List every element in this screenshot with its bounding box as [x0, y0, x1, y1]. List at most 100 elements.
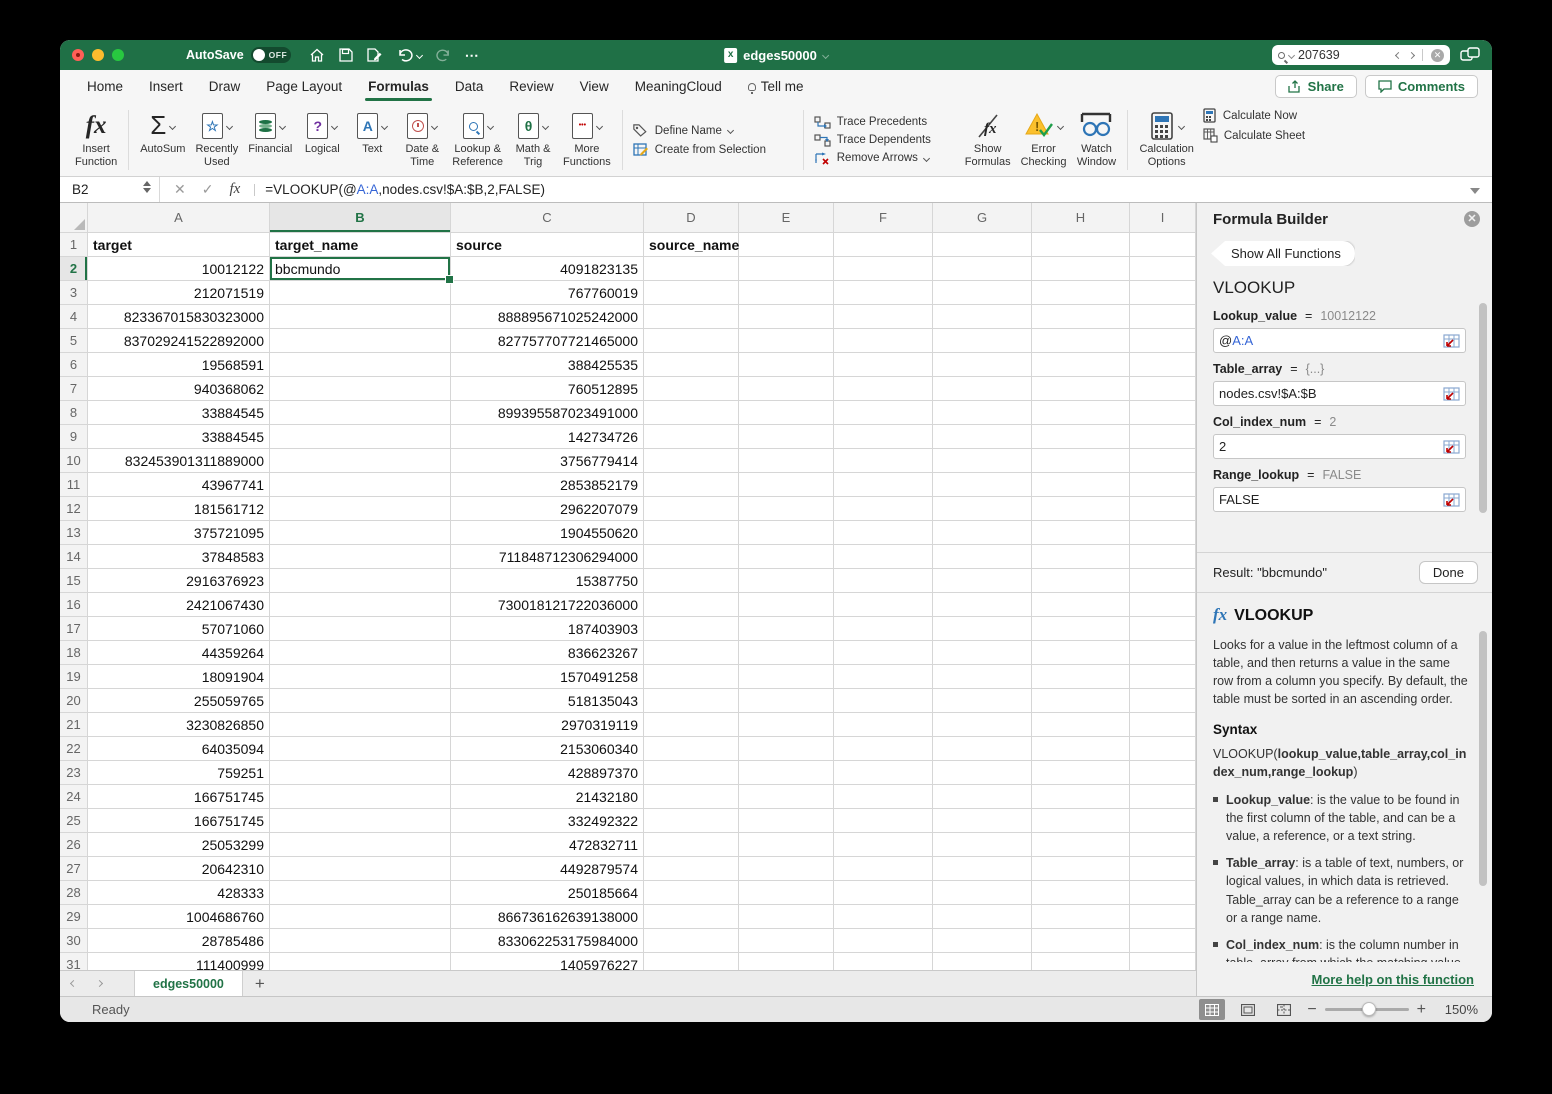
cell-E9[interactable] — [739, 425, 834, 449]
cell-I4[interactable] — [1130, 305, 1196, 329]
range-selector-icon[interactable] — [1443, 493, 1460, 507]
cell-B1[interactable]: target_name — [270, 233, 451, 257]
cell-H31[interactable] — [1032, 953, 1130, 970]
row-header-24[interactable]: 24 — [60, 785, 88, 809]
cell-B11[interactable] — [270, 473, 451, 497]
cell-E6[interactable] — [739, 353, 834, 377]
cell-D3[interactable] — [644, 281, 739, 305]
cell-H10[interactable] — [1032, 449, 1130, 473]
cell-I13[interactable] — [1130, 521, 1196, 545]
cell-A15[interactable]: 2916376923 — [88, 569, 270, 593]
cell-G2[interactable] — [933, 257, 1032, 281]
cell-D22[interactable] — [644, 737, 739, 761]
cell-B6[interactable] — [270, 353, 451, 377]
cell-H17[interactable] — [1032, 617, 1130, 641]
cell-I29[interactable] — [1130, 905, 1196, 929]
cell-G7[interactable] — [933, 377, 1032, 401]
cell-B19[interactable] — [270, 665, 451, 689]
cell-I9[interactable] — [1130, 425, 1196, 449]
cell-I27[interactable] — [1130, 857, 1196, 881]
cell-E13[interactable] — [739, 521, 834, 545]
cell-I16[interactable] — [1130, 593, 1196, 617]
row-header-1[interactable]: 1 — [60, 233, 88, 257]
cell-G4[interactable] — [933, 305, 1032, 329]
cell-I24[interactable] — [1130, 785, 1196, 809]
cell-D26[interactable] — [644, 833, 739, 857]
cell-G14[interactable] — [933, 545, 1032, 569]
cell-H8[interactable] — [1032, 401, 1130, 425]
calculation-options-button[interactable]: Calculation Options — [1134, 106, 1198, 172]
cell-I17[interactable] — [1130, 617, 1196, 641]
row-header-20[interactable]: 20 — [60, 689, 88, 713]
recently-used-button[interactable]: ☆RecentlyUsed — [190, 106, 243, 172]
row-header-30[interactable]: 30 — [60, 929, 88, 953]
cell-C17[interactable]: 187403903 — [451, 617, 644, 641]
cell-E22[interactable] — [739, 737, 834, 761]
cell-B22[interactable] — [270, 737, 451, 761]
row-header-23[interactable]: 23 — [60, 761, 88, 785]
cell-D8[interactable] — [644, 401, 739, 425]
cell-B7[interactable] — [270, 377, 451, 401]
cell-H9[interactable] — [1032, 425, 1130, 449]
cell-D23[interactable] — [644, 761, 739, 785]
cell-I12[interactable] — [1130, 497, 1196, 521]
financial-button[interactable]: Financial — [243, 106, 297, 159]
cell-F23[interactable] — [834, 761, 933, 785]
cell-D28[interactable] — [644, 881, 739, 905]
cell-G15[interactable] — [933, 569, 1032, 593]
cell-G3[interactable] — [933, 281, 1032, 305]
row-header-29[interactable]: 29 — [60, 905, 88, 929]
cell-I8[interactable] — [1130, 401, 1196, 425]
row-header-14[interactable]: 14 — [60, 545, 88, 569]
cell-E18[interactable] — [739, 641, 834, 665]
cell-B20[interactable] — [270, 689, 451, 713]
cell-G13[interactable] — [933, 521, 1032, 545]
cell-E14[interactable] — [739, 545, 834, 569]
table-array-input[interactable]: nodes.csv!$A:$B — [1213, 381, 1466, 406]
cell-B4[interactable] — [270, 305, 451, 329]
cell-B25[interactable] — [270, 809, 451, 833]
search-previous-icon[interactable] — [1395, 51, 1402, 58]
cell-H23[interactable] — [1032, 761, 1130, 785]
cell-I31[interactable] — [1130, 953, 1196, 970]
cell-C16[interactable]: 730018121722036000 — [451, 593, 644, 617]
cell-F17[interactable] — [834, 617, 933, 641]
cell-G17[interactable] — [933, 617, 1032, 641]
show-formulas-button[interactable]: fx Show Formulas — [960, 106, 1016, 172]
cell-E29[interactable] — [739, 905, 834, 929]
minimize-window-button[interactable] — [92, 49, 104, 61]
title-dropdown-icon[interactable] — [822, 51, 829, 58]
cell-A11[interactable]: 43967741 — [88, 473, 270, 497]
cell-I23[interactable] — [1130, 761, 1196, 785]
cell-A5[interactable]: 837029241522892000 — [88, 329, 270, 353]
row-header-7[interactable]: 7 — [60, 377, 88, 401]
row-header-6[interactable]: 6 — [60, 353, 88, 377]
cell-H6[interactable] — [1032, 353, 1130, 377]
cell-E25[interactable] — [739, 809, 834, 833]
cell-C29[interactable]: 866736162639138000 — [451, 905, 644, 929]
cell-G1[interactable] — [933, 233, 1032, 257]
calculate-sheet-button[interactable]: Calculate Sheet — [1203, 128, 1323, 143]
cancel-entry-icon[interactable]: ✕ — [174, 181, 186, 198]
close-panel-icon[interactable]: ✕ — [1464, 211, 1480, 227]
cell-H25[interactable] — [1032, 809, 1130, 833]
next-sheet-icon[interactable] — [86, 971, 112, 996]
cell-E4[interactable] — [739, 305, 834, 329]
cell-A18[interactable]: 44359264 — [88, 641, 270, 665]
cell-A30[interactable]: 28785486 — [88, 929, 270, 953]
cell-G26[interactable] — [933, 833, 1032, 857]
row-header-8[interactable]: 8 — [60, 401, 88, 425]
cell-F15[interactable] — [834, 569, 933, 593]
cell-D20[interactable] — [644, 689, 739, 713]
cell-G19[interactable] — [933, 665, 1032, 689]
cell-A24[interactable]: 166751745 — [88, 785, 270, 809]
cell-I20[interactable] — [1130, 689, 1196, 713]
cell-I14[interactable] — [1130, 545, 1196, 569]
cell-C8[interactable]: 899395587023491000 — [451, 401, 644, 425]
row-header-21[interactable]: 21 — [60, 713, 88, 737]
help-scrollbar[interactable] — [1479, 631, 1487, 886]
cell-F1[interactable] — [834, 233, 933, 257]
cell-F18[interactable] — [834, 641, 933, 665]
cell-E20[interactable] — [739, 689, 834, 713]
cell-D15[interactable] — [644, 569, 739, 593]
